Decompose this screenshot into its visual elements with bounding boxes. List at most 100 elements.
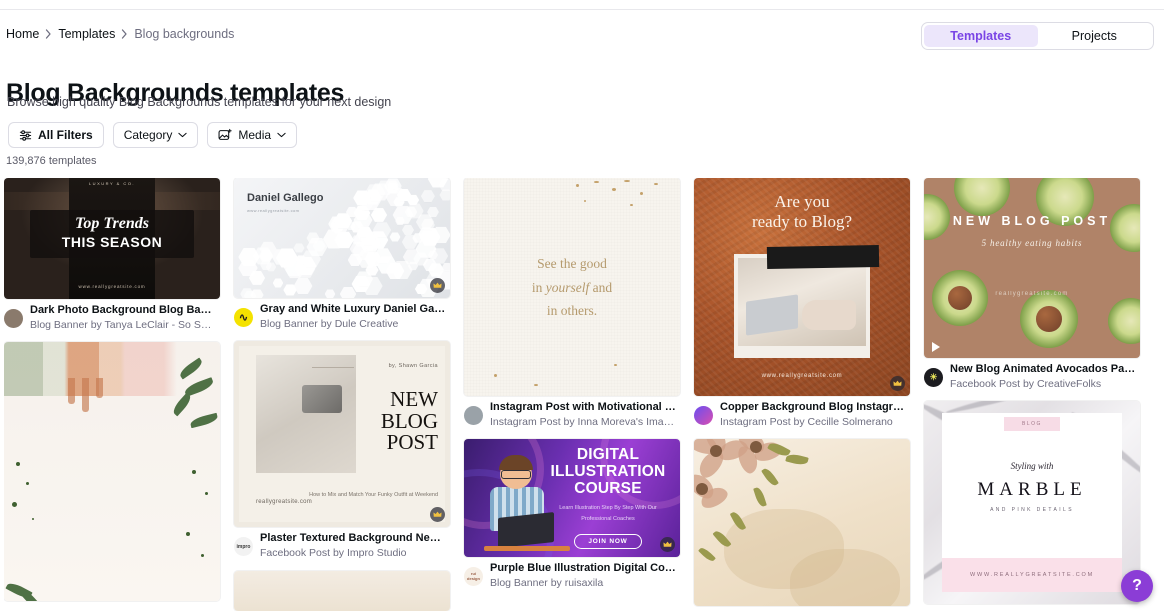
leaf-shape: [170, 392, 194, 417]
hexagon-shape: [420, 190, 435, 203]
media-image-icon: [218, 128, 233, 142]
template-thumbnail[interactable]: [4, 342, 220, 602]
hexagon-shape: [272, 278, 283, 288]
tab-templates[interactable]: Templates: [924, 25, 1038, 47]
thumb-headline-2: BLOG: [380, 408, 438, 433]
leaf-shape: [18, 587, 42, 602]
card-title: New Blog Animated Avocados Pattern ...: [950, 363, 1138, 375]
thumb-subtext: Learn Illustration Step By Step With Our…: [559, 505, 657, 523]
speckle: [186, 532, 190, 537]
inna-moreva-avatar[interactable]: [464, 405, 483, 425]
thumb-headline-1: Are you: [774, 192, 830, 211]
impro-studio-avatar[interactable]: impro: [234, 537, 253, 557]
thumb-url: reallygreatsite.com: [256, 499, 313, 506]
template-thumbnail[interactable]: [234, 570, 450, 611]
thumb-headline-2: ILLUSTRATION: [550, 463, 666, 481]
category-dropdown[interactable]: Category: [112, 122, 199, 148]
template-thumbnail[interactable]: Are you ready to Blog? www.reallygreatsi…: [694, 178, 910, 396]
speckle: [12, 502, 17, 508]
template-thumbnail[interactable]: by, Shawn Garcia NEW BLOG POST How to Mi…: [234, 341, 450, 528]
help-button[interactable]: ?: [1121, 570, 1153, 602]
template-card-watercolor-botanical[interactable]: [4, 342, 220, 602]
thumb-topmark: LUXURY & CO.: [88, 181, 136, 186]
all-filters-label: All Filters: [38, 128, 93, 142]
template-card-copper-background[interactable]: Are you ready to Blog? www.reallygreatsi…: [694, 178, 910, 429]
thumb-headline: Are you ready to Blog?: [694, 192, 910, 231]
thumb-subhead: 5 healthy eating habits: [981, 238, 1083, 248]
template-thumbnail[interactable]: BLOG Styling with MARBLE AND PINK DETAIL…: [924, 401, 1140, 605]
cecille-solmerano-avatar[interactable]: [694, 405, 713, 425]
template-grid: LUXURY & CO. Top Trends THIS SEASON www.…: [4, 178, 1162, 611]
thumb-photo-frame: [734, 254, 870, 358]
thumb-headline: NEW BLOG POST: [381, 389, 438, 453]
chevron-right-icon-2: [121, 29, 128, 39]
template-card-partial-bottom[interactable]: [234, 570, 450, 611]
hexagon-shape: [389, 232, 401, 242]
breadcrumb-item-current[interactable]: Blog backgrounds: [134, 27, 234, 41]
dule-creative-avatar[interactable]: ∿: [234, 307, 253, 327]
thumb-url: www.reallygreatsite.com: [761, 373, 843, 379]
pro-crown-icon: [890, 376, 905, 391]
card-title: Purple Blue Illustration Digital Course.…: [490, 562, 678, 575]
thumb-headline-3: COURSE: [574, 479, 642, 497]
thumb-text-plate: Top Trends THIS SEASON: [30, 210, 194, 258]
tanya-leclair-avatar[interactable]: [4, 308, 23, 328]
card-meta: Copper Background Blog Instagram P... In…: [694, 401, 910, 429]
template-card-motivational-quote[interactable]: See the good in yourself and in others. …: [464, 178, 680, 429]
thumb-url: reallygreatsite.com: [995, 291, 1069, 297]
media-dropdown[interactable]: Media: [207, 122, 298, 148]
template-thumbnail[interactable]: [694, 439, 910, 607]
grid-column-3: See the good in yourself and in others. …: [464, 178, 680, 611]
thumb-url: WWW.REALLYGREATSITE.COM: [942, 558, 1122, 593]
thumb-url: www.reallygreatsite.com: [247, 208, 300, 213]
breadcrumb-item-templates[interactable]: Templates: [58, 27, 115, 41]
view-switcher: Templates Projects: [921, 22, 1154, 50]
card-meta: ☀ New Blog Animated Avocados Pattern ...…: [924, 363, 1140, 391]
leaf-shape: [189, 413, 219, 429]
thumb-decor: [302, 385, 342, 414]
card-byline: Facebook Post by CreativeFolks: [950, 377, 1102, 390]
category-label: Category: [123, 128, 173, 142]
thumb-decor-4: [96, 378, 103, 399]
all-filters-button[interactable]: All Filters: [8, 122, 104, 148]
thumb-subhead: AND PINK DETAILS: [990, 507, 1074, 514]
result-count: 139,876 templates: [6, 155, 97, 167]
thumb-quote: See the good in yourself and in others.: [464, 252, 680, 323]
template-thumbnail[interactable]: DIGITAL ILLUSTRATION COURSE Learn Illust…: [464, 439, 680, 558]
thumb-headline-3: POST: [386, 430, 438, 455]
template-thumbnail[interactable]: See the good in yourself and in others.: [464, 178, 680, 396]
hexagon-shape: [402, 225, 415, 236]
quote-line-2i: yourself: [545, 279, 590, 295]
template-card-plaster-textured[interactable]: by, Shawn Garcia NEW BLOG POST How to Mi…: [234, 341, 450, 560]
thumb-decor-2: [68, 378, 75, 405]
thumb-headline-1: Top Trends: [75, 215, 149, 232]
laptop-shape: [746, 294, 798, 336]
thumb-headline: DIGITAL ILLUSTRATION COURSE: [544, 447, 672, 497]
creativefolks-avatar[interactable]: ☀: [924, 367, 943, 387]
card-meta: Dark Photo Background Blog Banner Blog B…: [4, 304, 220, 332]
grid-column-4: Are you ready to Blog? www.reallygreatsi…: [694, 178, 910, 611]
template-thumbnail[interactable]: NEW BLOG POST 5 healthy eating habits re…: [924, 178, 1140, 358]
thumb-rule: [312, 367, 354, 369]
tab-projects[interactable]: Projects: [1038, 25, 1152, 47]
breadcrumb-item-home[interactable]: Home: [6, 27, 39, 41]
template-card-floral-watercolor[interactable]: [694, 439, 910, 607]
template-card-dark-photo[interactable]: LUXURY & CO. Top Trends THIS SEASON www.…: [4, 178, 220, 332]
chevron-down-icon: [178, 132, 188, 138]
card-byline: Blog Banner by ruisaxila: [490, 577, 604, 590]
ruisaxila-avatar[interactable]: rui design: [464, 567, 483, 587]
hexagon-shape: [240, 288, 255, 298]
template-thumbnail[interactable]: Daniel Gallego www.reallygreatsite.com: [234, 178, 450, 298]
redaction-bar: [767, 245, 880, 269]
template-thumbnail[interactable]: LUXURY & CO. Top Trends THIS SEASON www.…: [4, 178, 220, 299]
thumb-tag: BLOG: [1004, 417, 1060, 432]
template-card-marble[interactable]: BLOG Styling with MARBLE AND PINK DETAIL…: [924, 401, 1140, 605]
thumb-subtext: How to Mix and Match Your Funky Outfit a…: [309, 491, 438, 498]
speckle: [205, 492, 208, 496]
join-now-button[interactable]: JOIN NOW: [574, 534, 642, 550]
template-card-avocados[interactable]: NEW BLOG POST 5 healthy eating habits re…: [924, 178, 1140, 391]
template-card-digital-illustration[interactable]: DIGITAL ILLUSTRATION COURSE Learn Illust…: [464, 439, 680, 590]
chevron-right-icon: [45, 29, 52, 39]
card-title: Plaster Textured Background New Blo...: [260, 532, 448, 545]
template-card-daniel-gallego[interactable]: Daniel Gallego www.reallygreatsite.com ∿…: [234, 178, 450, 331]
